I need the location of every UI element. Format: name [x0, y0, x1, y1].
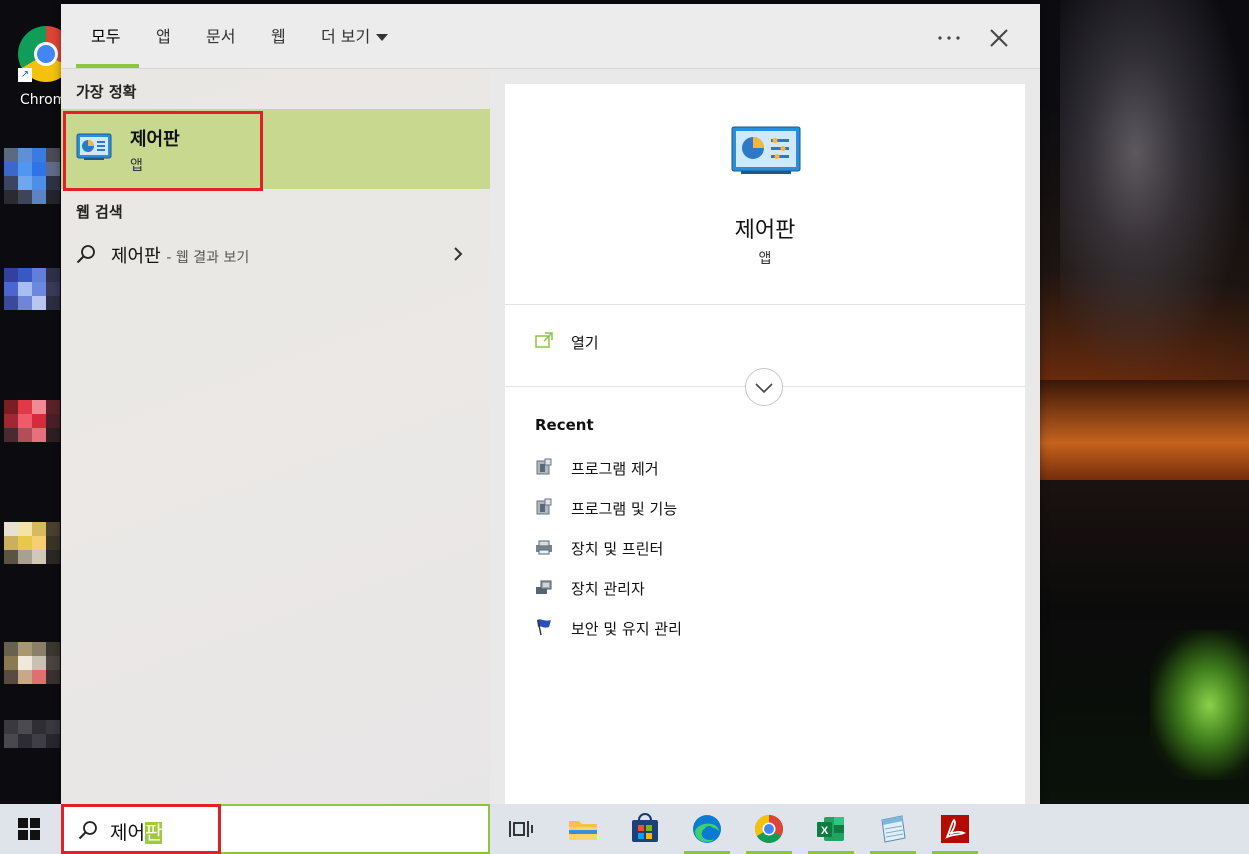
desktop-icon-label: Chrom	[20, 92, 64, 108]
search-filter-tabs: 모두 앱 문서 웹 더 보기	[61, 4, 1040, 69]
highlight-frame	[61, 804, 221, 854]
preview-title: 제어판	[734, 218, 796, 243]
acrobat-icon[interactable]	[938, 812, 972, 846]
notepad-icon[interactable]	[876, 812, 910, 846]
tab-all[interactable]: 모두	[91, 22, 120, 52]
open-label: 열기	[571, 334, 599, 352]
tab-more-label: 더 보기	[321, 27, 371, 46]
ellipsis-icon	[938, 36, 960, 40]
svg-text:X: X	[821, 825, 829, 837]
excel-icon[interactable]: X	[814, 812, 848, 846]
recent-item-label: 보안 및 유지 관리	[571, 620, 682, 638]
search-icon	[76, 245, 95, 264]
preview-pane: 제어판 앱 열기 Recent 프로그램 제거 프로그램 및 기능 장치 및 프…	[505, 84, 1025, 804]
security-flag-icon	[537, 619, 551, 636]
results-list: 가장 정확 제어판 앱 웹 검색 제어판 - 웹 결과 보기	[61, 69, 490, 804]
search-panel: 모두 앱 문서 웹 더 보기 가장 정확 제어판 앱 웹 검색 제어판 - 웹 …	[61, 4, 1040, 804]
microsoft-store-icon[interactable]	[628, 812, 662, 846]
caret-down-icon	[376, 34, 389, 41]
device-manager-icon	[536, 580, 552, 594]
web-search-result[interactable]: 제어판 - 웹 결과 보기	[61, 234, 490, 274]
best-match-heading: 가장 정확	[76, 83, 137, 101]
tab-more[interactable]: 더 보기	[321, 22, 389, 52]
close-icon	[990, 29, 1008, 47]
recent-item-label: 프로그램 및 기능	[571, 500, 678, 518]
taskbar: 제어판 X	[0, 804, 1249, 854]
edge-icon[interactable]	[690, 812, 724, 846]
control-panel-icon	[731, 126, 801, 174]
tab-apps[interactable]: 앱	[156, 22, 171, 52]
windows-start-button[interactable]	[18, 818, 40, 840]
programs-icon	[536, 498, 552, 515]
recent-item-label: 프로그램 제거	[571, 460, 659, 478]
open-icon	[535, 332, 553, 348]
wallpaper-sky	[1060, 0, 1249, 380]
wallpaper-tent	[1150, 630, 1249, 780]
task-view-icon[interactable]	[505, 812, 539, 846]
preview-subtitle: 앱	[758, 251, 772, 267]
printer-icon	[536, 540, 552, 555]
expand-button[interactable]	[745, 368, 783, 406]
web-search-query: 제어판	[111, 246, 161, 267]
recent-item-label: 장치 관리자	[571, 580, 645, 598]
recent-heading: Recent	[535, 416, 594, 434]
highlight-frame	[63, 111, 263, 191]
chrome-icon[interactable]	[752, 812, 786, 846]
chevron-down-icon	[755, 383, 773, 394]
web-search-text: 제어판 - 웹 결과 보기	[111, 242, 249, 268]
tab-documents[interactable]: 문서	[206, 22, 235, 52]
shortcut-arrow-icon: ↗	[18, 68, 32, 82]
recent-item-label: 장치 및 프린터	[571, 540, 664, 558]
more-options-button[interactable]	[937, 22, 961, 52]
divider	[505, 304, 1025, 305]
tab-web[interactable]: 웹	[271, 22, 286, 52]
web-search-suffix: - 웹 결과 보기	[166, 250, 250, 266]
programs-icon	[536, 458, 552, 475]
active-tab-indicator	[76, 64, 139, 68]
web-search-heading: 웹 검색	[76, 203, 123, 221]
file-explorer-icon[interactable]	[566, 812, 600, 846]
close-button[interactable]	[987, 22, 1011, 52]
chevron-right-icon	[454, 247, 463, 261]
